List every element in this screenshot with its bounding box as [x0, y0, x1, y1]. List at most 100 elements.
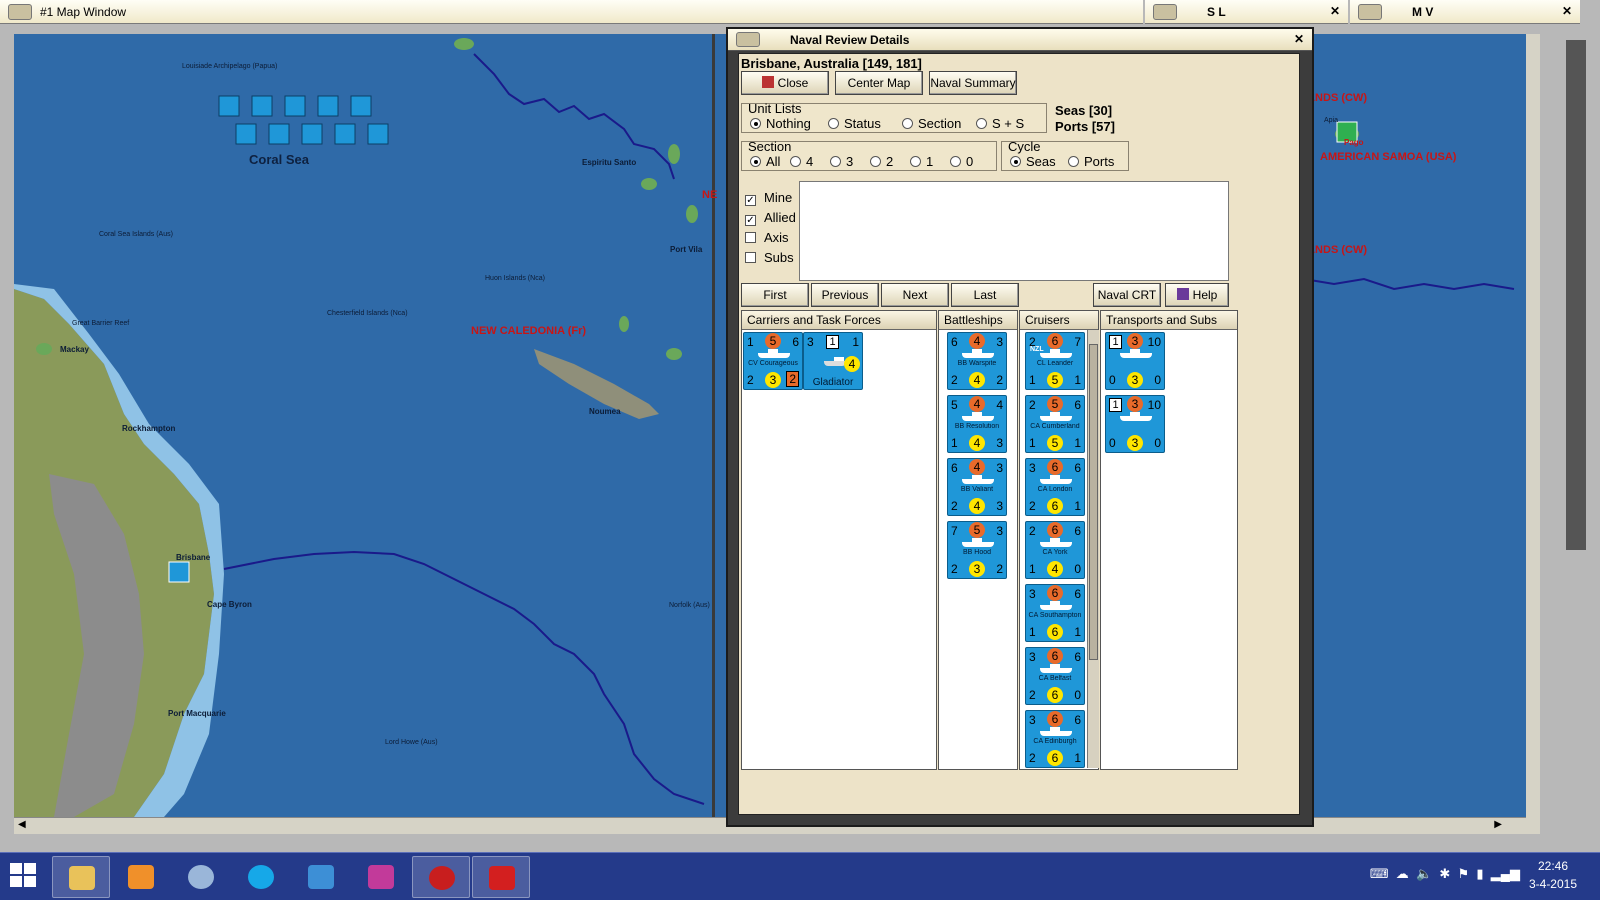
naval-review-titlebar[interactable]: Naval Review Details ✕ — [728, 29, 1312, 51]
unit-attack: 4 — [969, 333, 985, 349]
unit-value: 1 — [747, 335, 754, 349]
coral-sea-islands-label: Coral Sea Islands (Aus) — [99, 231, 173, 238]
allied-checkbox[interactable]: ✓ Allied — [745, 210, 796, 226]
taskbar-thunderbird[interactable] — [172, 856, 230, 898]
unit-value: 2 — [996, 562, 1003, 576]
taskbar-game-fire[interactable] — [352, 856, 410, 898]
axis-checkbox[interactable]: Axis — [745, 230, 789, 245]
unit-counter[interactable]: 3 6 6 CA Southampton 1 6 1 — [1025, 584, 1085, 642]
naval-summary-button[interactable]: Naval Summary — [929, 71, 1017, 95]
unit-value: 0 — [1109, 436, 1116, 450]
cruisers-column-header: Cruisers — [1020, 311, 1098, 330]
center-map-button[interactable]: Center Map — [835, 71, 923, 95]
unit-counter[interactable]: 6 4 3 BB Valiant 2 4 3 — [947, 458, 1007, 516]
taskbar-browser[interactable] — [292, 856, 350, 898]
map-window-titlebar[interactable]: #1 Map Window — [0, 0, 1143, 24]
section-1-radio[interactable]: 1 — [910, 154, 933, 169]
unit-counter[interactable]: 5 4 4 BB Resolution 1 4 3 — [947, 395, 1007, 453]
unit-value: 3 — [1029, 650, 1036, 664]
bluetooth-icon[interactable]: ✱ — [1439, 866, 1450, 881]
taskbar-skype[interactable] — [232, 856, 290, 898]
section-all-radio[interactable]: All — [750, 154, 780, 169]
unit-value: 3 — [996, 461, 1003, 475]
flag-icon[interactable]: ⚑ — [1458, 866, 1470, 881]
volume-icon[interactable]: 🔈 — [1416, 866, 1432, 881]
cycle-seas-radio[interactable]: Seas — [1010, 154, 1056, 169]
unit-lists-section-radio[interactable]: Section — [902, 116, 961, 131]
first-button[interactable]: First — [741, 283, 809, 307]
unit-defense: 5 — [1047, 435, 1063, 451]
subs-checkbox[interactable]: Subs — [745, 250, 794, 265]
unit-lists-nothing-radio[interactable]: Nothing — [750, 116, 811, 131]
mv-panel-titlebar[interactable]: M V ✕ — [1350, 0, 1580, 24]
taskbar-media-player[interactable] — [112, 856, 170, 898]
window-menu-icon[interactable] — [736, 32, 760, 47]
naval-review-dialog: Naval Review Details ✕ Brisbane, Austral… — [726, 27, 1314, 827]
map-vertical-scrollbar[interactable] — [1526, 34, 1540, 834]
unit-value: 0 — [1154, 373, 1161, 387]
unit-lists-s-and-s-radio[interactable]: S + S — [976, 116, 1024, 131]
keyboard-icon[interactable]: ⌨ — [1370, 866, 1389, 881]
unit-value: 2 — [951, 373, 958, 387]
next-button[interactable]: Next — [881, 283, 949, 307]
unit-counter[interactable]: 2 6 6 CA York 1 4 0 — [1025, 521, 1085, 579]
scroll-right-icon[interactable]: ▶ — [1494, 819, 1502, 830]
close-button-label: Close — [777, 76, 809, 90]
help-button[interactable]: Help — [1165, 283, 1229, 307]
window-menu-icon[interactable] — [1153, 4, 1177, 20]
clock[interactable]: 22:46 3-4-2015 — [1518, 857, 1588, 893]
unit-counter[interactable]: 6 4 3 BB Warspite 2 4 2 — [947, 332, 1007, 390]
mail-icon — [188, 865, 214, 889]
close-button[interactable]: Close — [741, 71, 829, 95]
ship-icon — [1120, 412, 1152, 421]
taskbar-world-in-flames[interactable] — [412, 856, 470, 898]
cruisers-scrollbar[interactable] — [1087, 330, 1099, 768]
close-icon[interactable]: ✕ — [1330, 4, 1340, 18]
unit-counter[interactable]: 1 3 10 0 3 0 — [1105, 332, 1165, 390]
cycle-ports-radio[interactable]: Ports — [1068, 154, 1114, 169]
unit-counter[interactable]: 3 6 6 CA London 2 6 1 — [1025, 458, 1085, 516]
scroll-thumb[interactable] — [1089, 344, 1098, 660]
section-3-radio[interactable]: 3 — [830, 154, 853, 169]
mackay-label: Mackay — [60, 345, 89, 354]
mine-checkbox[interactable]: ✓ Mine — [745, 190, 792, 206]
unit-counter[interactable]: 1 5 6 CV Courageous 2 3 2 — [743, 332, 803, 390]
window-menu-icon[interactable] — [8, 4, 32, 20]
panel-divider — [712, 34, 715, 817]
close-icon[interactable]: ✕ — [1562, 4, 1572, 18]
unit-counter[interactable]: 2 6 7 CL Leander NZL 1 5 1 — [1025, 332, 1085, 390]
previous-button[interactable]: Previous — [811, 283, 879, 307]
unit-counter[interactable]: 1 3 10 0 3 0 — [1105, 395, 1165, 453]
signal-icon[interactable]: ▂▄▆ — [1491, 866, 1520, 881]
unit-counter[interactable]: 3 1 1 4 Gladiator — [803, 332, 863, 390]
unit-value: 0 — [1074, 688, 1081, 702]
sl-panel-titlebar[interactable]: S L ✕ — [1145, 0, 1348, 24]
unit-defense: 4 — [844, 356, 860, 372]
start-button[interactable] — [10, 863, 38, 889]
ship-icon — [1040, 664, 1072, 673]
unit-counter[interactable]: 3 6 6 CA Edinburgh 2 6 1 — [1025, 710, 1085, 768]
scroll-left-icon[interactable]: ◀ — [18, 819, 26, 830]
unit-value: 3 — [1029, 587, 1036, 601]
unit-value: 1 — [826, 335, 839, 349]
unit-lists-status-radio[interactable]: Status — [828, 116, 881, 131]
unit-attack: 6 — [1047, 585, 1063, 601]
section-0-radio[interactable]: 0 — [950, 154, 973, 169]
unit-counter[interactable]: 2 5 6 CA Cumberland 1 5 1 — [1025, 395, 1085, 453]
close-icon[interactable]: ✕ — [1294, 32, 1304, 46]
cloud-icon[interactable]: ☁ — [1396, 866, 1409, 881]
section-4-radio[interactable]: 4 — [790, 154, 813, 169]
unit-list-box[interactable] — [799, 181, 1229, 281]
section-2-radio[interactable]: 2 — [870, 154, 893, 169]
unit-counter[interactable]: 7 5 3 BB Hood 2 3 2 — [947, 521, 1007, 579]
naval-crt-button[interactable]: Naval CRT — [1093, 283, 1161, 307]
battery-icon[interactable]: ▮ — [1476, 866, 1483, 881]
unit-name: CL Leander — [1036, 360, 1074, 367]
location-heading: Brisbane, Australia [149, 181] — [741, 56, 922, 71]
pago-label: Pago — [1344, 138, 1364, 147]
unit-counter[interactable]: 3 6 6 CA Belfast 2 6 0 — [1025, 647, 1085, 705]
last-button[interactable]: Last — [951, 283, 1019, 307]
taskbar-file-explorer[interactable] — [52, 856, 110, 898]
taskbar-pdf-reader[interactable] — [472, 856, 530, 898]
window-menu-icon[interactable] — [1358, 4, 1382, 20]
